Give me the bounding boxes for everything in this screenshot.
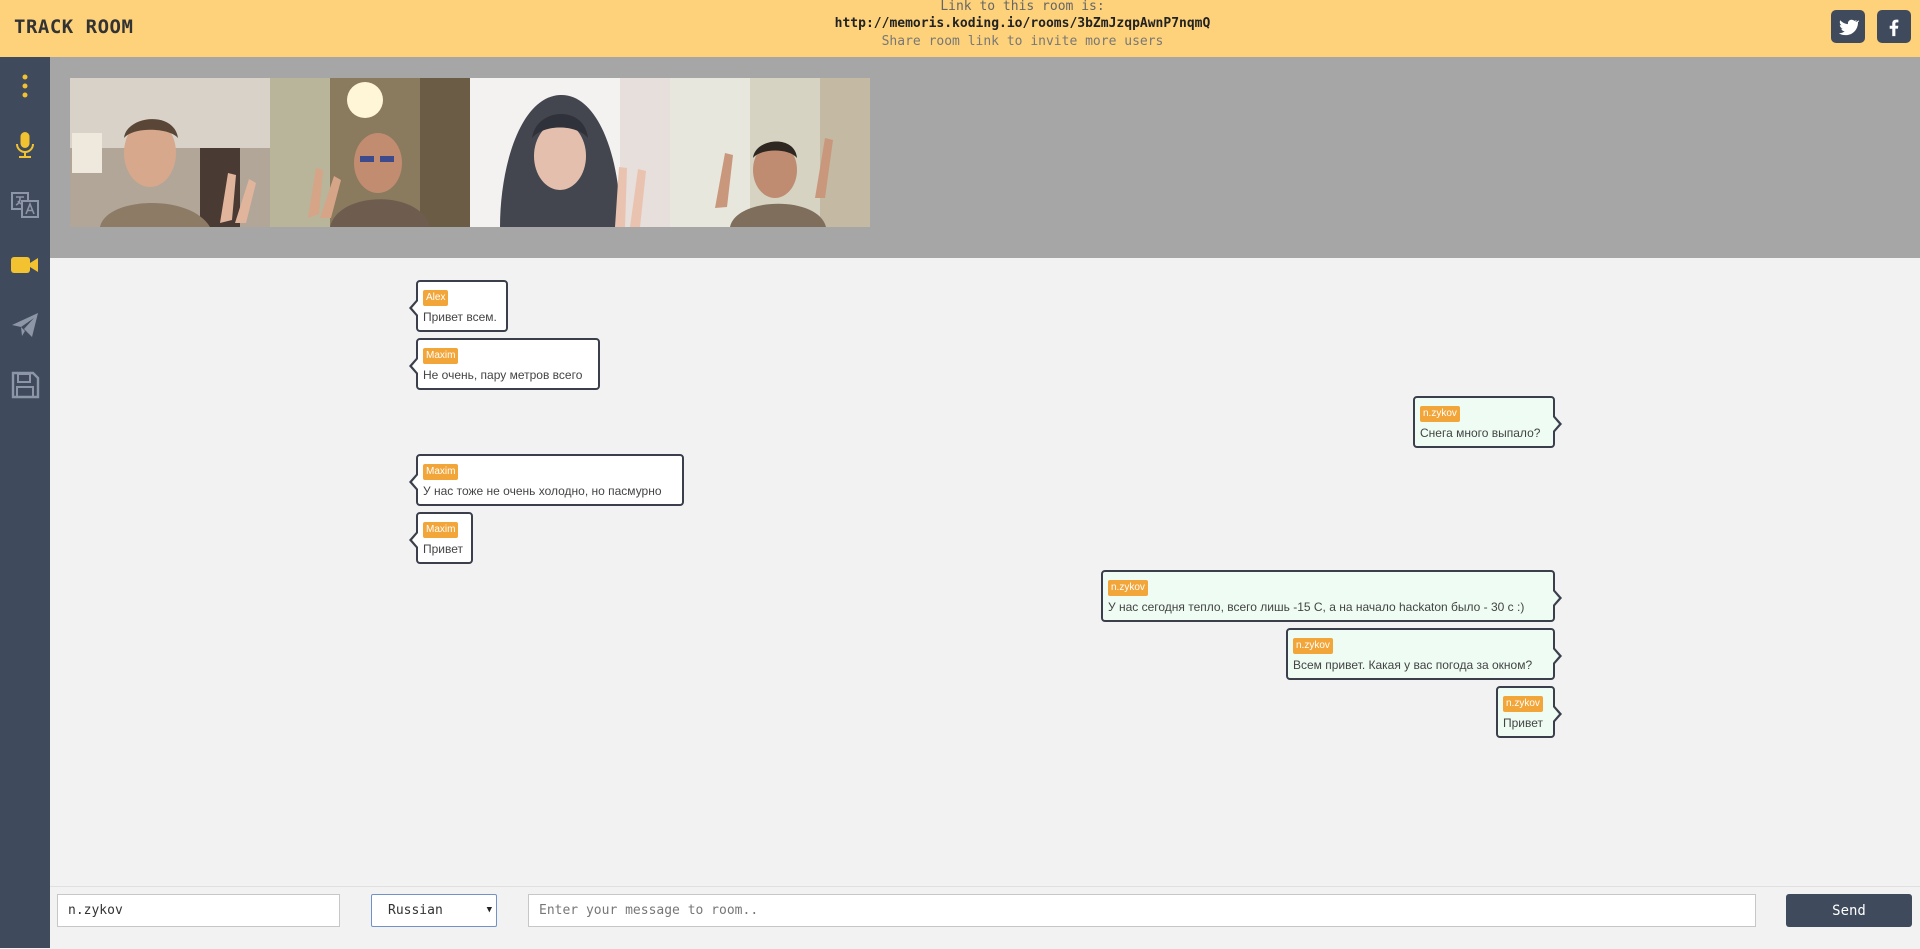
message-author-badge: n.zykov [1420,406,1460,422]
participant-video-4[interactable] [670,78,870,227]
message-author-badge: Alex [423,290,449,306]
video-strip [50,57,1920,258]
language-select-value: Russian [388,903,443,918]
chat-message: n.zykov Снега много выпало? [1413,396,1562,448]
participant-video-3[interactable] [470,78,670,227]
facebook-share-button[interactable] [1877,10,1911,43]
chat-message: Maxim Привет [409,512,473,564]
message-text: Не очень, пару метров всего [423,368,583,382]
microphone-icon [16,132,34,158]
chat-message: Maxim У нас тоже не очень холодно, но па… [409,454,684,506]
participant-video-1[interactable] [70,78,270,227]
webcam-feed-image [670,78,870,227]
twitter-icon [1838,19,1859,35]
message-author-badge: n.zykov [1108,580,1148,596]
save-icon [11,371,40,399]
message-text: Всем привет. Какая у вас погода за окном… [1293,658,1533,672]
facebook-icon [1889,19,1899,36]
message-text: Привет [423,542,464,556]
left-toolbar [0,57,50,948]
room-link-label: Link to this room is: [940,0,1105,14]
message-author-badge: Maxim [423,522,459,538]
send-icon [12,313,38,337]
webcam-feed-image [470,78,670,227]
message-text: Привет [1503,716,1544,730]
chat-message: n.zykov Всем привет. Какая у вас погода … [1286,628,1562,680]
twitter-share-button[interactable] [1831,10,1865,43]
message-text: Привет всем. [423,310,497,324]
webcam-feed-image [270,78,470,227]
sidebar-video-button[interactable] [0,243,50,287]
message-text: Снега много выпало? [1420,426,1541,440]
message-composer: n.zykov Russian ▼ Enter your message to … [50,886,1920,949]
top-header: TRACK ROOM Link to this room is: http://… [0,0,1920,57]
chat-message: n.zykov У нас сегодня тепло, всего лишь … [1101,570,1562,622]
sidebar-save-button[interactable] [0,363,50,407]
message-author-badge: Maxim [423,348,459,364]
message-input[interactable]: Enter your message to room.. [528,894,1756,927]
translate-icon [11,192,39,218]
message-author-badge: Maxim [423,464,459,480]
chat-message: Alex Привет всем. [409,280,508,332]
send-button[interactable]: Send [1786,894,1912,927]
webcam-feed-image [70,78,270,227]
chat-message: Maxim Не очень, пару метров всего [409,338,600,390]
sidebar-microphone-button[interactable] [0,123,50,167]
video-camera-icon [11,257,38,273]
more-icon [22,74,28,98]
room-link-info: Link to this room is: http://memoris.kod… [0,0,1920,50]
share-hint: Share room link to invite more users [881,34,1164,49]
language-select[interactable]: Russian ▼ [371,894,497,927]
sidebar-send-button[interactable] [0,303,50,347]
room-link-url[interactable]: http://memoris.koding.io/rooms/3bZmJzqpA… [0,14,1920,34]
sidebar-menu-button[interactable] [0,64,50,108]
message-author-badge: n.zykov [1503,696,1543,712]
message-author-badge: n.zykov [1293,638,1333,654]
message-text: У нас тоже не очень холодно, но пасмурно [423,484,662,498]
chevron-down-icon: ▼ [486,905,492,915]
chat-messages-area: Alex Привет всем. Maxim Не очень, пару м… [50,258,1920,886]
chat-message: n.zykov Привет [1496,686,1562,738]
sidebar-translate-button[interactable] [0,183,50,227]
username-input[interactable]: n.zykov [57,894,340,927]
participant-video-2[interactable] [270,78,470,227]
message-text: У нас сегодня тепло, всего лишь -15 С, а… [1108,600,1525,614]
